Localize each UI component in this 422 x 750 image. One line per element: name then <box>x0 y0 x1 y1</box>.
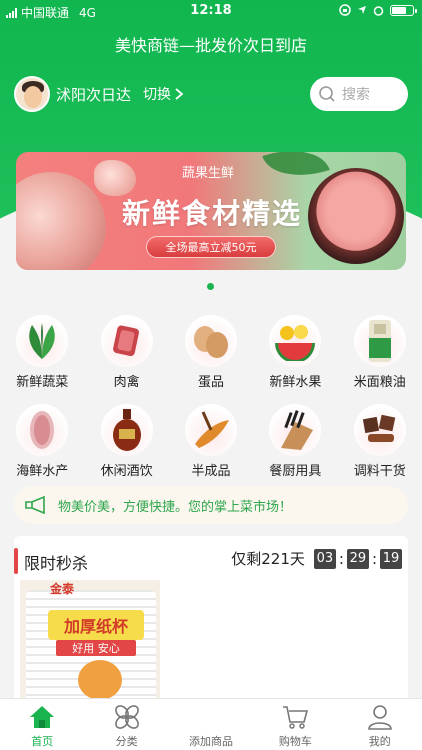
section-accent-bar <box>14 548 18 574</box>
search-input[interactable]: 搜索 <box>310 77 408 111</box>
alarm-icon <box>373 5 384 16</box>
rice-icon <box>368 320 391 362</box>
product-brand: 金泰 <box>50 582 75 596</box>
category-vegetable[interactable]: 新鲜蔬菜 <box>0 315 84 390</box>
category-egg[interactable]: 蛋品 <box>169 315 253 390</box>
category-kitchenware[interactable]: 餐厨用具 <box>253 404 337 479</box>
liquor-icon <box>112 409 141 451</box>
ribs-bowl-image <box>308 168 404 264</box>
search-placeholder: 搜索 <box>342 87 370 103</box>
tab-add-product[interactable]: 添加商品 <box>169 699 253 750</box>
category-seasoning[interactable]: 调料干货 <box>338 404 422 479</box>
battery-icon <box>390 4 417 16</box>
countdown: 仅剩221天 03 : 29 : 19 <box>231 548 402 569</box>
category-fruit[interactable]: 新鲜水果 <box>253 315 337 390</box>
banner-promo: 全场最高立减50元 <box>146 236 276 258</box>
store-row: 沭阳次日达 切换 搜索 <box>14 76 408 112</box>
category-meat[interactable]: 肉禽 <box>84 315 168 390</box>
notice-text: 物美价美，方便快捷。您的掌上菜市场！ <box>58 499 293 515</box>
product-tag: 加厚纸杯 <box>48 610 144 640</box>
banner-subtitle: 蔬果生鲜 <box>182 166 235 181</box>
semi-finished-icon <box>194 411 229 448</box>
category-rice[interactable]: 米面粮油 <box>338 315 422 390</box>
countdown-hours: 03 <box>313 548 336 569</box>
carousel-indicator <box>207 283 214 290</box>
category-icon <box>114 705 139 729</box>
banner-headline: 新鲜食材精选 <box>122 197 303 230</box>
meat-icon <box>112 325 139 357</box>
search-icon <box>319 86 335 102</box>
bottom-tab-bar: 首页 分类 添加商品 购物车 我的 <box>0 698 422 750</box>
seasoning-icon <box>362 414 396 442</box>
switch-label: 切换 <box>143 87 172 103</box>
fruit-icon <box>275 325 316 361</box>
chevron-right-icon <box>175 88 184 100</box>
category-semi-finished[interactable]: 半成品 <box>169 404 253 479</box>
meat-slice-image <box>94 160 136 196</box>
countdown-seconds: 19 <box>380 548 402 569</box>
tab-home[interactable]: 首页 <box>0 699 84 750</box>
tab-cart[interactable]: 购物车 <box>253 699 337 750</box>
notice-bar: 物美价美，方便快捷。您的掌上菜市场！ <box>14 486 408 524</box>
user-icon <box>367 705 392 730</box>
egg-icon <box>193 326 228 358</box>
remaining-days: 仅剩221天 <box>231 550 305 568</box>
status-bar: 中国联通 4G 12:18 <box>0 0 422 22</box>
seafood-icon <box>30 411 55 449</box>
category-seafood[interactable]: 海鲜水产 <box>0 404 84 479</box>
switch-store-button[interactable]: 切换 <box>143 84 184 104</box>
avatar[interactable] <box>14 76 50 112</box>
knife-set-icon <box>281 410 314 450</box>
countdown-minutes: 29 <box>346 548 369 569</box>
category-grid: 新鲜蔬菜 肉禽 蛋品 新鲜水果 米面粮油 海鲜水产 休闲酒饮 半成品 餐厨用具 … <box>0 315 422 479</box>
tab-category[interactable]: 分类 <box>84 699 168 750</box>
megaphone-icon <box>25 496 45 514</box>
promo-banner[interactable]: 蔬果生鲜 新鲜食材精选 全场最高立减50元 <box>16 152 406 270</box>
vegetable-icon <box>29 323 55 359</box>
category-liquor[interactable]: 休闲酒饮 <box>84 404 168 479</box>
cart-icon <box>283 706 309 729</box>
meat-image <box>16 172 106 270</box>
orientation-lock-icon <box>339 4 351 16</box>
product-subtag: 好用 安心 <box>56 640 136 656</box>
bear-mascot-image <box>78 660 122 700</box>
app-title: 美快商链—批发价次日到店 <box>114 36 307 55</box>
product-card[interactable]: 金泰 加厚纸杯 好用 安心 <box>20 580 160 706</box>
tab-profile[interactable]: 我的 <box>338 699 422 750</box>
flash-sale-title: 限时秒杀 <box>24 554 89 573</box>
store-name: 沭阳次日达 <box>56 85 132 104</box>
location-icon <box>358 6 366 14</box>
flash-sale-section: 限时秒杀 仅剩221天 03 : 29 : 19 金泰 加厚纸杯 好用 安心 <box>14 536 408 706</box>
home-icon <box>30 706 55 728</box>
